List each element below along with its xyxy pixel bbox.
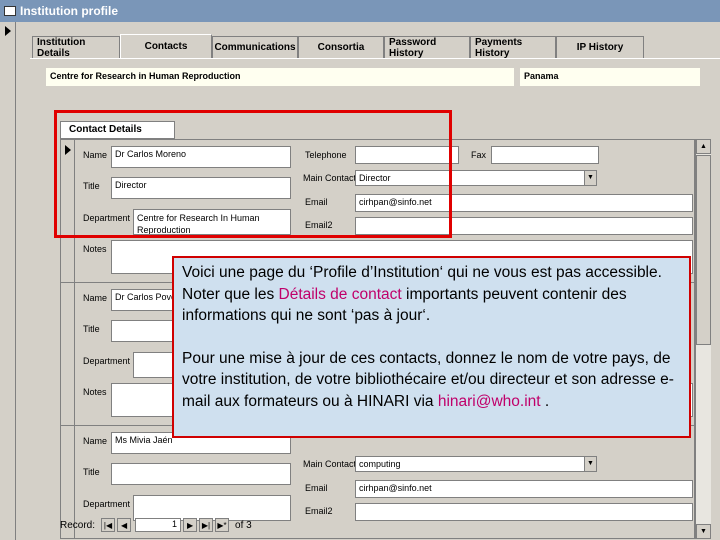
scroll-down-icon[interactable]: ▼ (696, 524, 711, 539)
main-contact-label: Main Contact (303, 459, 357, 469)
record-selector-strip[interactable] (2, 22, 16, 540)
tab-consortia[interactable]: Consortia (298, 36, 384, 58)
record-selector[interactable] (61, 283, 75, 426)
dropdown-arrow-icon[interactable]: ▼ (584, 457, 596, 471)
window-titlebar: Institution profile (0, 0, 720, 22)
title-label: Title (83, 324, 100, 334)
record-navigator: Record: |◀ ◀ 1 ▶ ▶| ▶* of 3 (60, 515, 252, 535)
name-label: Name (83, 436, 108, 446)
callout-paragraph-2: Pour une mise à jour de ces contacts, do… (182, 348, 681, 413)
annotation-callout: Voici une page du ‘Profile d’Institution… (172, 256, 691, 438)
notes-label: Notes (83, 244, 107, 254)
title-label: Title (83, 467, 100, 477)
previous-record-icon[interactable]: ◀ (117, 518, 132, 532)
record-count: of 3 (235, 519, 252, 531)
main-contact-select[interactable]: computing ▼ (355, 456, 597, 472)
fax-field[interactable] (491, 146, 599, 164)
email-link[interactable]: hinari@who.int (438, 393, 541, 410)
window-title: Institution profile (20, 4, 118, 18)
email2-label: Email2 (305, 506, 333, 516)
department-label: Department (83, 499, 131, 509)
scroll-up-icon[interactable]: ▲ (696, 139, 711, 154)
contact-details-highlight-box (54, 110, 452, 238)
institution-name-field[interactable]: Centre for Research in Human Reproductio… (46, 68, 514, 86)
record-label: Record: (60, 519, 96, 531)
callout-text: Pour une mise à jour de ces contacts, do… (182, 349, 674, 410)
last-record-icon[interactable]: ▶| (199, 518, 214, 532)
scroll-thumb[interactable] (696, 155, 711, 345)
first-record-icon[interactable]: |◀ (101, 518, 116, 532)
fax-label: Fax (471, 150, 487, 160)
email-label: Email (305, 483, 328, 493)
tab-ip-history[interactable]: IP History (556, 36, 644, 58)
next-record-icon[interactable]: ▶ (183, 518, 198, 532)
vertical-scrollbar[interactable]: ▲ ▼ (695, 139, 711, 539)
tab-institution-details[interactable]: Institution Details (32, 36, 120, 59)
callout-text: . (540, 392, 550, 410)
email2-field[interactable] (355, 503, 693, 521)
tab-bar: Institution Details Contacts Communicati… (32, 34, 644, 59)
main-contact-value: computing (359, 459, 401, 469)
dropdown-arrow-icon[interactable]: ▼ (584, 171, 596, 185)
new-record-icon[interactable]: ▶* (215, 518, 230, 532)
title-field[interactable] (111, 463, 291, 485)
callout-paragraph-1: Voici une page du ‘Profile d’Institution… (182, 262, 681, 327)
tab-contacts[interactable]: Contacts (120, 34, 212, 58)
tab-communications[interactable]: Communications (212, 36, 298, 58)
form-icon (4, 6, 16, 16)
department-label: Department (83, 356, 131, 366)
tab-password-history[interactable]: Password History (384, 36, 470, 59)
tab-payments-history[interactable]: Payments History (470, 36, 556, 59)
current-record-input[interactable]: 1 (135, 518, 182, 532)
callout-highlight: Détails de contact (278, 285, 402, 303)
country-field[interactable]: Panama (520, 68, 700, 86)
notes-label: Notes (83, 387, 107, 397)
name-label: Name (83, 293, 108, 303)
email-field[interactable]: cirhpan@sinfo.net (355, 480, 693, 498)
current-record-arrow-icon (5, 26, 11, 36)
